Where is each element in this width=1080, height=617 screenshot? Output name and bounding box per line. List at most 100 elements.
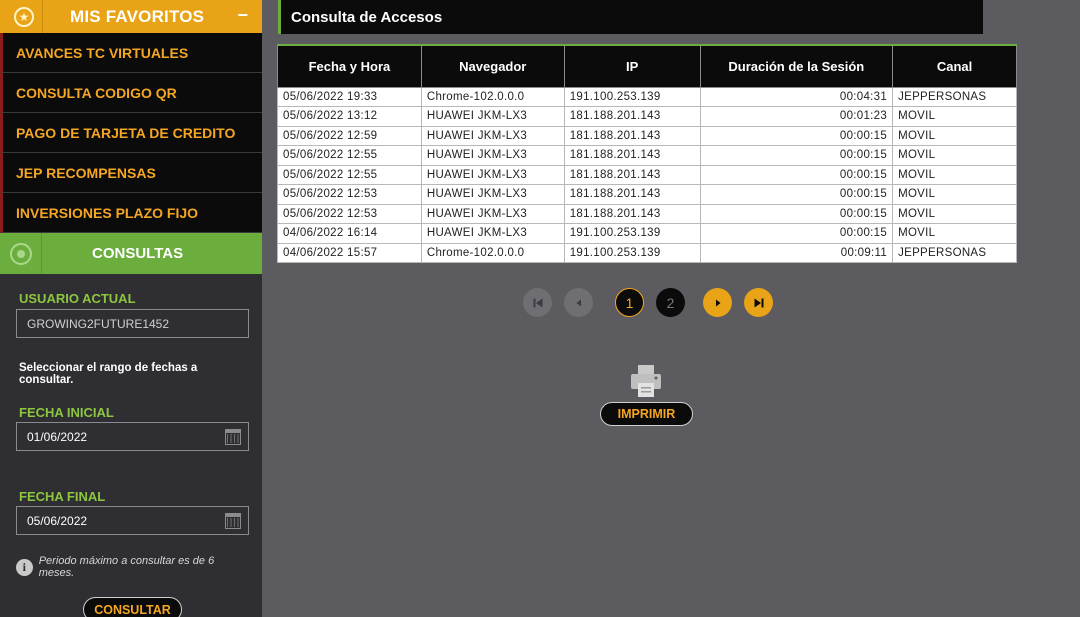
cell-ip: 181.188.201.143 [563, 125, 701, 146]
cell-duracion: 00:00:15 [699, 125, 894, 146]
column-header-canal: Canal [892, 44, 1017, 88]
cell-canal: JEPPERSONAS [892, 86, 1017, 107]
accesos-table: Fecha y Hora Navegador IP Duración de la… [277, 44, 1017, 263]
fecha-final-label: FECHA FINAL [19, 489, 106, 504]
column-header-fecha: Fecha y Hora [277, 44, 422, 88]
table-row: 05/06/2022 19:33 Chrome-102.0.0.0 191.100.… [277, 86, 1017, 107]
info-icon: i [16, 558, 33, 576]
first-page-icon [533, 298, 542, 307]
cell-duracion: 00:04:31 [699, 86, 894, 107]
fecha-inicial-field[interactable]: 01/06/2022 [16, 422, 249, 451]
favorite-item-recompensas[interactable]: JEP RECOMPENSAS [0, 153, 262, 193]
cell-canal: MOVIL [892, 223, 1017, 244]
favorite-item-codigo-qr[interactable]: CONSULTA CODIGO QR [0, 73, 262, 113]
cell-fecha: 05/06/2022 12:55 [277, 145, 422, 166]
cell-navegador: HUAWEI JKM-LX3 [420, 184, 565, 205]
prev-page-button[interactable] [564, 288, 593, 317]
cell-canal: MOVIL [892, 125, 1017, 146]
cell-duracion: 00:01:23 [699, 106, 894, 127]
cell-navegador: HUAWEI JKM-LX3 [420, 223, 565, 244]
cell-ip: 191.100.253.139 [563, 223, 701, 244]
page-button-2[interactable]: 2 [656, 288, 685, 317]
cell-fecha: 04/06/2022 16:14 [277, 223, 422, 244]
table-row: 05/06/2022 12:59 HUAWEI JKM-LX3 181.188.20… [277, 125, 1017, 146]
consultar-button[interactable]: CONSULTAR [83, 597, 182, 617]
favorite-item-pago-tarjeta[interactable]: PAGO DE TARJETA DE CREDITO [0, 113, 262, 153]
favorites-title: MIS FAVORITOS [70, 6, 205, 26]
table-row: 04/06/2022 16:14 HUAWEI JKM-LX3 191.100.25… [277, 223, 1017, 244]
favorite-item-avances[interactable]: AVANCES TC VIRTUALES [0, 33, 262, 73]
calendar-icon[interactable] [225, 429, 241, 445]
page-button-1[interactable]: 1 [615, 288, 644, 317]
cell-fecha: 05/06/2022 12:59 [277, 125, 422, 146]
divider [42, 0, 43, 33]
cell-navegador: HUAWEI JKM-LX3 [420, 145, 565, 166]
cell-navegador: HUAWEI JKM-LX3 [420, 203, 565, 224]
cell-duracion: 00:00:15 [699, 145, 894, 166]
pagination: 1 2 [523, 288, 785, 317]
favorite-item-inversiones[interactable]: INVERSIONES PLAZO FIJO [0, 193, 262, 233]
cell-canal: MOVIL [892, 203, 1017, 224]
cell-navegador: Chrome-102.0.0.0 [420, 242, 565, 263]
cell-navegador: HUAWEI JKM-LX3 [420, 125, 565, 146]
next-page-button[interactable] [703, 288, 732, 317]
cell-fecha: 05/06/2022 13:12 [277, 106, 422, 127]
cell-navegador: HUAWEI JKM-LX3 [420, 164, 565, 185]
cell-navegador: Chrome-102.0.0.0 [420, 86, 565, 107]
prev-page-icon [576, 299, 581, 306]
cell-canal: MOVIL [892, 164, 1017, 185]
cell-ip: 181.188.201.143 [563, 145, 701, 166]
column-header-navegador: Navegador [420, 44, 565, 88]
periodo-note-text: Periodo máximo a consultar es de 6 meses… [38, 555, 215, 579]
cell-canal: MOVIL [892, 145, 1017, 166]
eye-icon [0, 233, 42, 274]
rango-text: Seleccionar el rango de fechas a consult… [19, 362, 198, 386]
imprimir-button[interactable]: IMPRIMIR [600, 402, 693, 426]
usuario-field: GROWING2FUTURE1452 [16, 309, 249, 338]
minus-icon[interactable]: − [237, 5, 248, 26]
table-row: 05/06/2022 12:53 HUAWEI JKM-LX3 181.188.20… [277, 184, 1017, 205]
cell-duracion: 00:00:15 [699, 184, 894, 205]
cell-canal: JEPPERSONAS [892, 242, 1017, 263]
cell-ip: 181.188.201.143 [563, 184, 701, 205]
first-page-button[interactable] [523, 288, 552, 317]
cell-canal: MOVIL [892, 184, 1017, 205]
column-header-ip: IP [563, 44, 701, 88]
fecha-final-field[interactable]: 05/06/2022 [16, 506, 249, 535]
cell-duracion: 00:00:15 [699, 164, 894, 185]
cell-ip: 181.188.201.143 [563, 164, 701, 185]
fecha-inicial-value: 01/06/2022 [27, 429, 88, 444]
calendar-icon[interactable] [225, 513, 241, 529]
cell-duracion: 00:00:15 [699, 223, 894, 244]
cell-ip: 191.100.253.139 [563, 242, 701, 263]
next-page-icon [715, 299, 720, 306]
table-row: 05/06/2022 13:12 HUAWEI JKM-LX3 181.188.20… [277, 106, 1017, 127]
periodo-note: i Periodo máximo a consultar es de 6 mes… [16, 555, 249, 579]
page-title: Consulta de Accesos [278, 0, 983, 34]
sidebar: ★ MIS FAVORITOS − AVANCES TC VIRTUALES C… [0, 0, 262, 617]
last-page-icon [754, 298, 763, 307]
cell-fecha: 05/06/2022 19:33 [277, 86, 422, 107]
cell-ip: 181.188.201.143 [563, 106, 701, 127]
cell-duracion: 00:09:11 [699, 242, 894, 263]
favorites-header[interactable]: ★ MIS FAVORITOS − [0, 0, 262, 33]
usuario-label: USUARIO ACTUAL [19, 291, 136, 306]
cell-fecha: 04/06/2022 15:57 [277, 242, 422, 263]
table-row: 05/06/2022 12:55 HUAWEI JKM-LX3 181.188.20… [277, 145, 1017, 166]
cell-ip: 181.188.201.143 [563, 203, 701, 224]
cell-duracion: 00:00:15 [699, 203, 894, 224]
cell-fecha: 05/06/2022 12:55 [277, 164, 422, 185]
column-header-duracion: Duración de la Sesión [699, 44, 894, 88]
table-row: 05/06/2022 12:53 HUAWEI JKM-LX3 181.188.20… [277, 203, 1017, 224]
consultas-title: CONSULTAS [92, 245, 184, 262]
cell-canal: MOVIL [892, 106, 1017, 127]
cell-fecha: 05/06/2022 12:53 [277, 184, 422, 205]
print-area: IMPRIMIR [600, 364, 693, 426]
table-row: 05/06/2022 12:55 HUAWEI JKM-LX3 181.188.20… [277, 164, 1017, 185]
favorites-list: AVANCES TC VIRTUALES CONSULTA CODIGO QR … [0, 33, 262, 233]
fecha-final-value: 05/06/2022 [27, 513, 88, 528]
last-page-button[interactable] [744, 288, 773, 317]
table-row: 04/06/2022 15:57 Chrome-102.0.0.0 191.100.… [277, 242, 1017, 263]
consultas-panel: USUARIO ACTUAL GROWING2FUTURE1452 Selecc… [0, 274, 262, 617]
printer-icon[interactable] [629, 364, 663, 398]
